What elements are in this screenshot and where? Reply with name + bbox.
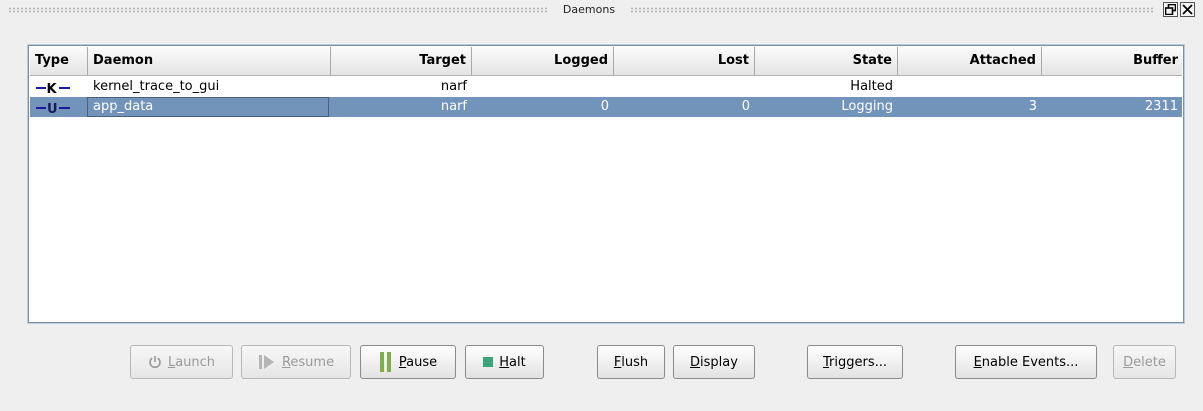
- lost-cell: 0: [741, 99, 750, 114]
- triggers-button[interactable]: Triggers...: [807, 345, 903, 379]
- window-titlebar[interactable]: Daemons: [0, 0, 1203, 22]
- daemon-name: kernel_trace_to_gui: [93, 79, 220, 94]
- halt-button[interactable]: Halt: [465, 345, 544, 379]
- logged-cell: 0: [600, 99, 609, 114]
- close-button[interactable]: [1180, 2, 1195, 17]
- restore-button[interactable]: [1163, 2, 1178, 17]
- column-header-buffer[interactable]: Buffer: [1042, 47, 1183, 75]
- kernel-type-icon: K: [36, 77, 70, 97]
- flush-button[interactable]: Flush: [597, 345, 665, 379]
- table-row-selected[interactable]: U app_data narf 0 0 Logging 3 2311: [30, 97, 1182, 117]
- column-header-type[interactable]: Type: [30, 47, 88, 75]
- state-cell: Halted: [850, 79, 893, 94]
- type-letter: K: [47, 82, 58, 97]
- halt-label: Halt: [499, 354, 526, 370]
- stop-icon: [483, 357, 494, 367]
- titlebar-grip-right: [630, 7, 1154, 13]
- display-label: Display: [690, 354, 738, 370]
- table-header: Type Daemon Target Logged Lost State Att…: [30, 47, 1182, 76]
- launch-label: Launch: [167, 354, 216, 370]
- column-header-daemon[interactable]: Daemon: [88, 47, 331, 75]
- delete-label: Delete: [1123, 354, 1166, 370]
- target-cell: narf: [440, 79, 467, 94]
- pause-label: Pause: [398, 354, 438, 370]
- play-icon: [258, 353, 276, 371]
- buffer-cell: 2311: [1144, 99, 1178, 114]
- enable-events-button[interactable]: Enable Events...: [955, 345, 1097, 379]
- column-header-target[interactable]: Target: [331, 47, 472, 75]
- state-cell: Logging: [841, 99, 893, 114]
- attached-cell: [898, 77, 1042, 97]
- lost-cell: [614, 77, 755, 97]
- restore-icon: [1165, 4, 1176, 15]
- type-letter: U: [47, 102, 58, 117]
- pause-icon: [379, 351, 393, 373]
- column-header-lost[interactable]: Lost: [614, 47, 755, 75]
- logged-cell: [472, 77, 614, 97]
- delete-button[interactable]: Delete: [1113, 345, 1176, 379]
- launch-button[interactable]: Launch: [130, 345, 233, 379]
- titlebar-grip-left: [8, 7, 548, 13]
- triggers-label: Triggers...: [822, 354, 887, 370]
- target-cell: narf: [440, 99, 467, 114]
- buffer-cell: [1042, 77, 1183, 97]
- flush-label: Flush: [613, 354, 649, 370]
- enable-events-label: Enable Events...: [973, 354, 1079, 370]
- column-header-logged[interactable]: Logged: [472, 47, 614, 75]
- daemons-table[interactable]: Type Daemon Target Logged Lost State Att…: [28, 45, 1184, 323]
- column-header-attached[interactable]: Attached: [898, 47, 1042, 75]
- display-button[interactable]: Display: [673, 345, 755, 379]
- resume-button[interactable]: Resume: [241, 345, 351, 379]
- daemon-name: app_data: [93, 99, 154, 114]
- user-type-icon: U: [36, 97, 70, 117]
- column-header-state[interactable]: State: [755, 47, 898, 75]
- resume-label: Resume: [281, 354, 335, 370]
- table-row[interactable]: K kernel_trace_to_gui narf Halted: [30, 77, 1182, 97]
- window-title: Daemons: [562, 3, 616, 16]
- pause-button[interactable]: Pause: [360, 345, 456, 379]
- power-icon: [148, 355, 162, 369]
- close-icon: [1182, 4, 1193, 15]
- attached-cell: 3: [1028, 99, 1037, 114]
